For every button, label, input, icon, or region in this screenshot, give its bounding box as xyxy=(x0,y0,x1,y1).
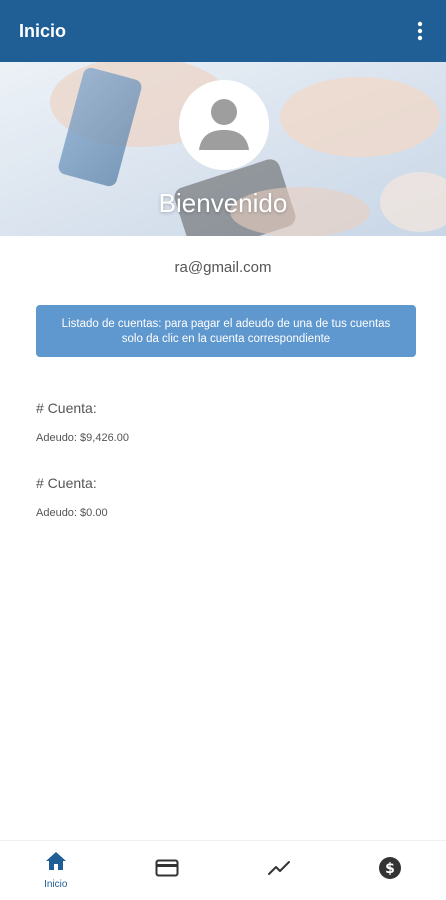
user-avatar-icon xyxy=(179,80,269,170)
trending-icon xyxy=(267,860,291,881)
account-item[interactable]: # Cuenta: Adeudo: $9,426.00 xyxy=(36,400,129,444)
nav-label-inicio: Inicio xyxy=(44,879,68,890)
dollar-circle-icon: $ xyxy=(378,856,402,885)
account-debt: Adeudo: $9,426.00 xyxy=(36,432,129,444)
credit-card-icon xyxy=(155,859,179,882)
more-vert-icon[interactable] xyxy=(406,13,434,49)
user-email: ra@gmail.com xyxy=(174,259,272,276)
nav-item-inicio[interactable]: Inicio xyxy=(0,841,112,900)
account-label: # Cuenta: xyxy=(36,475,97,491)
app-root: Inicio Bienvenido ra@gmail.com Listado d… xyxy=(0,0,446,900)
hero-banner: Bienvenido xyxy=(0,62,446,236)
page-title: Inicio xyxy=(19,20,67,41)
home-icon xyxy=(45,851,67,876)
nav-item-trends[interactable] xyxy=(223,841,335,900)
bottom-navigation: Inicio $ xyxy=(0,840,446,900)
nav-item-payments[interactable]: $ xyxy=(335,841,446,900)
account-debt: Adeudo: $0.00 xyxy=(36,507,108,519)
info-line-2: solo da clic en la cuenta correspondient… xyxy=(121,333,331,345)
welcome-text: Bienvenido xyxy=(158,188,288,218)
account-item[interactable]: # Cuenta: Adeudo: $0.00 xyxy=(36,475,108,519)
app-bar: Inicio xyxy=(0,0,446,62)
svg-text:$: $ xyxy=(385,861,395,877)
account-label: # Cuenta: xyxy=(36,400,97,416)
nav-item-cards[interactable] xyxy=(112,841,224,900)
info-banner: Listado de cuentas: para pagar el adeudo… xyxy=(36,305,416,357)
info-line-1: Listado de cuentas: para pagar el adeudo… xyxy=(61,318,391,330)
